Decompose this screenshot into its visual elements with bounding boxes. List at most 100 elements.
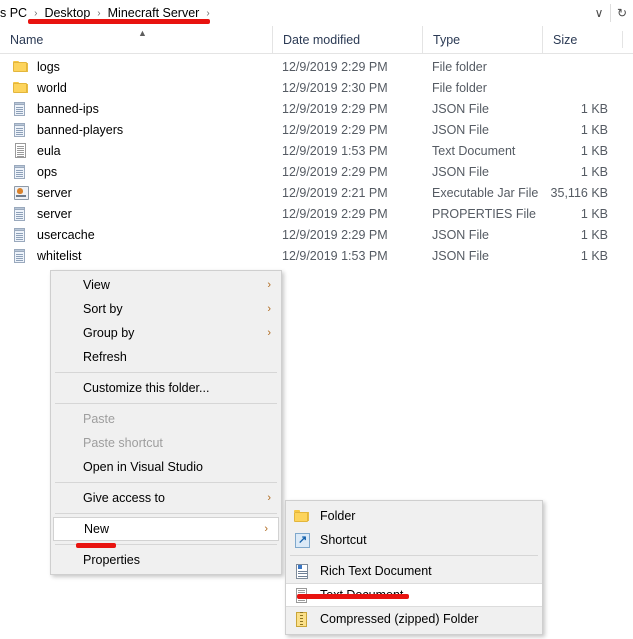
file-list[interactable]: logs 12/9/2019 2:29 PM File folder world 12/… <box>0 56 633 266</box>
breadcrumb-item-this-pc[interactable]: s PC <box>0 4 31 22</box>
file-name-cell[interactable]: logs <box>0 59 272 75</box>
menu-separator <box>55 482 277 483</box>
context-menu-item-sort-by[interactable]: Sort by › <box>51 297 281 321</box>
file-name-label: eula <box>37 143 61 158</box>
breadcrumb-separator-icon: › <box>97 7 101 19</box>
new-submenu-item-label: Compressed (zipped) Folder <box>320 612 479 626</box>
menu-separator <box>55 403 277 404</box>
json-file-icon <box>13 164 29 180</box>
context-menu-item-customize-this-folder[interactable]: Customize this folder... <box>51 376 281 400</box>
file-size-cell: 1 KB <box>580 164 608 179</box>
file-row[interactable]: world 12/9/2019 2:30 PM File folder <box>0 77 633 98</box>
file-name-label: usercache <box>37 227 95 242</box>
jar-file-icon <box>13 185 29 201</box>
folder-icon <box>294 508 310 524</box>
folder-icon <box>13 59 29 75</box>
column-header-name[interactable]: Name <box>0 26 272 53</box>
refresh-icon[interactable]: ↻ <box>611 0 633 26</box>
file-row[interactable]: banned-players 12/9/2019 2:29 PM JSON File… <box>0 119 633 140</box>
file-row[interactable]: whitelist 12/9/2019 1:53 PM JSON File 1 KB <box>0 245 633 266</box>
file-name-label: banned-ips <box>37 101 99 116</box>
file-type-cell: PROPERTIES File <box>432 206 536 221</box>
file-name-label: server <box>37 206 72 221</box>
chevron-down-icon[interactable]: ∨ <box>588 0 610 26</box>
file-name-cell[interactable]: banned-ips <box>0 101 272 117</box>
context-menu-item-label: New <box>84 522 110 536</box>
breadcrumb[interactable]: s PC › Desktop › Minecraft Server › <box>0 0 588 26</box>
json-file-icon <box>13 248 29 264</box>
file-row[interactable]: ops 12/9/2019 2:29 PM JSON File 1 KB <box>0 161 633 182</box>
file-name-label: ops <box>37 164 58 179</box>
file-row[interactable]: eula 12/9/2019 1:53 PM Text Document 1 KB <box>0 140 633 161</box>
file-date-cell: 12/9/2019 2:29 PM <box>282 59 388 74</box>
context-menu-item-new[interactable]: New › <box>53 517 279 541</box>
file-type-cell: File folder <box>432 80 487 95</box>
context-menu-item-label: Give access to <box>83 491 165 505</box>
file-name-label: logs <box>37 59 60 74</box>
column-header-end-divider <box>622 31 623 48</box>
file-size-cell: 1 KB <box>580 206 608 221</box>
file-date-cell: 12/9/2019 2:21 PM <box>282 185 388 200</box>
file-name-cell[interactable]: server <box>0 185 272 201</box>
file-type-cell: JSON File <box>432 248 489 263</box>
file-row[interactable]: server 12/9/2019 2:21 PM Executable Jar Fi… <box>0 182 633 203</box>
file-size-cell: 1 KB <box>580 101 608 116</box>
file-name-cell[interactable]: world <box>0 80 272 96</box>
file-date-cell: 12/9/2019 2:29 PM <box>282 164 388 179</box>
file-name-cell[interactable]: whitelist <box>0 248 272 264</box>
text-file-icon <box>13 143 29 159</box>
file-size-cell: 1 KB <box>580 122 608 137</box>
file-name-cell[interactable]: ops <box>0 164 272 180</box>
context-menu-item-give-access-to[interactable]: Give access to › <box>51 486 281 510</box>
new-submenu-item-label: Folder <box>320 509 356 523</box>
chevron-right-icon: › <box>264 523 268 535</box>
text-document-red-underline-annotation <box>297 594 409 599</box>
context-menu-item-label: Customize this folder... <box>83 381 210 395</box>
new-submenu-item-rich-text-document[interactable]: Rich Text Document <box>286 559 542 583</box>
new-submenu-item-shortcut[interactable]: ↗ Shortcut <box>286 528 542 552</box>
file-type-cell: JSON File <box>432 227 489 242</box>
file-name-label: whitelist <box>37 248 82 263</box>
context-menu[interactable]: View › Sort by › Group by › Refresh Customize t… <box>50 270 282 575</box>
address-bar[interactable]: s PC › Desktop › Minecraft Server › ∨ ↻ <box>0 0 633 27</box>
column-header-size[interactable]: Size <box>542 26 622 53</box>
new-submenu-item-folder[interactable]: Folder <box>286 504 542 528</box>
file-type-cell: JSON File <box>432 122 489 137</box>
context-menu-item-label: Sort by <box>83 302 123 316</box>
column-header-row[interactable]: Name Date modified Type Size <box>0 26 633 54</box>
breadcrumb-separator-icon: › <box>206 7 210 19</box>
file-name-label: server <box>37 185 72 200</box>
chevron-right-icon: › <box>267 279 271 291</box>
new-submenu-item-label: Rich Text Document <box>320 564 432 578</box>
file-row[interactable]: usercache 12/9/2019 2:29 PM JSON File 1 KB <box>0 224 633 245</box>
context-menu-item-paste: Paste <box>51 407 281 431</box>
file-name-cell[interactable]: server <box>0 206 272 222</box>
file-date-cell: 12/9/2019 1:53 PM <box>282 248 388 263</box>
context-menu-item-refresh[interactable]: Refresh <box>51 345 281 369</box>
file-name-cell[interactable]: usercache <box>0 227 272 243</box>
column-header-type[interactable]: Type <box>422 26 542 53</box>
file-row[interactable]: server 12/9/2019 2:29 PM PROPERTIES File 1 … <box>0 203 633 224</box>
context-menu-item-label: Refresh <box>83 350 127 364</box>
new-submenu-item-compressed-zipped-folder[interactable]: Compressed (zipped) Folder <box>286 607 542 631</box>
file-row[interactable]: logs 12/9/2019 2:29 PM File folder <box>0 56 633 77</box>
file-date-cell: 12/9/2019 1:53 PM <box>282 143 388 158</box>
context-menu-item-label: Group by <box>83 326 135 340</box>
context-menu-item-view[interactable]: View › <box>51 273 281 297</box>
context-menu-item-group-by[interactable]: Group by › <box>51 321 281 345</box>
file-row[interactable]: banned-ips 12/9/2019 2:29 PM JSON File 1 KB <box>0 98 633 119</box>
shortcut-icon: ↗ <box>294 532 310 548</box>
file-name-cell[interactable]: banned-players <box>0 122 272 138</box>
new-red-underline-annotation <box>76 543 116 548</box>
json-file-icon <box>13 101 29 117</box>
context-menu-item-open-in-visual-studio[interactable]: Open in Visual Studio <box>51 455 281 479</box>
file-size-cell: 1 KB <box>580 248 608 263</box>
file-name-cell[interactable]: eula <box>0 143 272 159</box>
file-type-cell: JSON File <box>432 164 489 179</box>
context-menu-item-label: Properties <box>83 553 140 567</box>
file-type-cell: Executable Jar File <box>432 185 539 200</box>
new-submenu[interactable]: Folder↗ShortcutRich Text DocumentText Do… <box>285 500 543 635</box>
context-menu-item-properties[interactable]: Properties <box>51 548 281 572</box>
rich-text-icon <box>294 563 310 579</box>
column-header-date-modified[interactable]: Date modified <box>272 26 422 53</box>
